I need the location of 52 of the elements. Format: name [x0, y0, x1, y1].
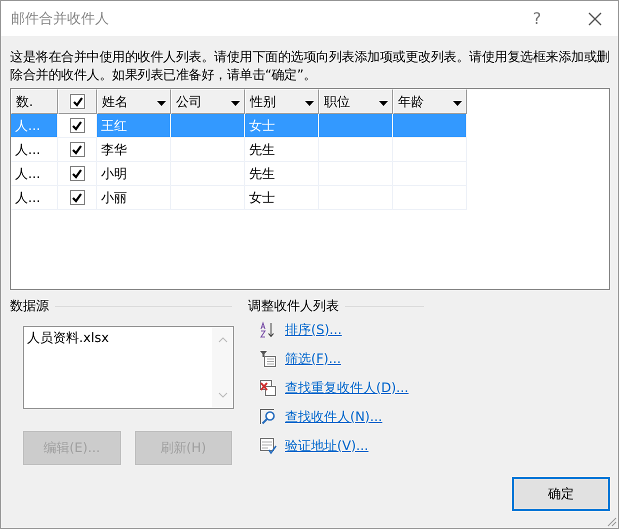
table-cell: 人... — [11, 138, 58, 162]
dropdown-icon[interactable] — [453, 101, 462, 106]
checkbox[interactable] — [70, 118, 84, 133]
table-cell: 人... — [11, 162, 58, 186]
table-cell: 先生 — [245, 162, 319, 186]
table-cell: 小丽 — [97, 186, 171, 210]
table-row[interactable]: 人... 李华 先生 — [11, 138, 609, 162]
table-cell: 李华 — [97, 138, 171, 162]
checkbox[interactable] — [70, 190, 84, 205]
dropdown-icon[interactable] — [231, 101, 240, 106]
dropdown-icon[interactable] — [305, 101, 314, 106]
description-text: 这是将在合并中使用的收件人列表。请使用下面的选项向列表添加项或更改列表。请使用复选框来添加或删除合并的收件人。如果列表已准备好，请单击“确定”。 — [10, 49, 610, 85]
resize-grip-icon[interactable] — [605, 515, 617, 527]
data-source-list[interactable]: 人员资料.xlsx — [23, 326, 234, 409]
column-header[interactable]: 职位 — [319, 89, 393, 114]
validate-icon — [259, 436, 277, 454]
filter-icon — [259, 350, 277, 368]
table-cell: 王红 — [97, 114, 171, 138]
duplicate-icon — [259, 378, 277, 396]
window-title: 邮件合并收件人 — [10, 10, 110, 28]
link[interactable]: 查找重复收件人(D)... — [285, 378, 409, 396]
table-cell: 先生 — [245, 138, 319, 162]
table-cell: 女士 — [245, 114, 319, 138]
group-heading: 数据源 — [10, 298, 49, 315]
link[interactable]: 排序(S)... — [285, 320, 342, 338]
checkbox[interactable] — [70, 142, 84, 157]
column-header[interactable]: 姓名 — [97, 89, 171, 114]
table-cell: 人... — [11, 186, 58, 210]
table-row[interactable]: 人... 小丽 女士 — [11, 186, 609, 210]
ok-button[interactable]: 确定 — [512, 477, 610, 511]
search-icon — [259, 408, 277, 426]
checkbox[interactable] — [70, 166, 84, 181]
list-item[interactable]: 人员资料.xlsx — [27, 329, 209, 347]
column-header[interactable]: 年龄 — [393, 89, 467, 114]
table-cell: 人... — [11, 114, 58, 138]
checkbox[interactable] — [70, 94, 85, 109]
link[interactable]: 查找收件人(N)... — [285, 408, 382, 426]
table-cell: 女士 — [245, 186, 319, 210]
column-header[interactable]: 公司 — [171, 89, 245, 114]
sort-icon — [259, 320, 277, 338]
link[interactable]: 筛选(F)... — [285, 350, 342, 368]
column-header[interactable] — [58, 89, 97, 114]
help-button[interactable]: ? — [514, 1, 560, 36]
close-icon — [587, 10, 603, 26]
column-header[interactable]: 性别 — [245, 89, 319, 114]
table-row[interactable]: 人... 小明 先生 — [11, 162, 609, 186]
dropdown-icon[interactable] — [379, 101, 388, 106]
column-header[interactable]: 数. — [11, 89, 58, 114]
table-cell: 小明 — [97, 162, 171, 186]
dropdown-icon[interactable] — [157, 101, 166, 106]
link[interactable]: 验证地址(V)... — [285, 436, 368, 454]
group-heading: 调整收件人列表 — [248, 298, 339, 315]
